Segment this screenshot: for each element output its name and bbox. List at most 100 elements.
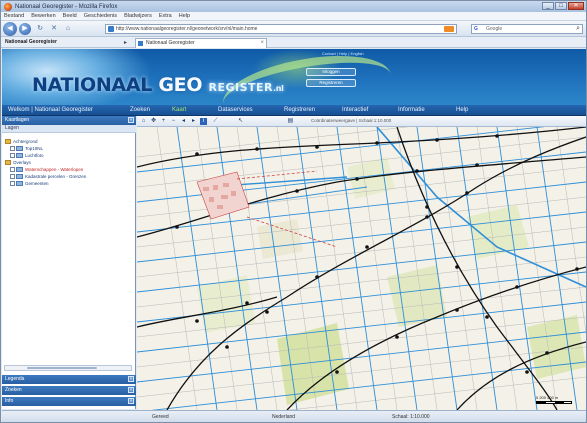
search-icon[interactable]: ⌕ xyxy=(576,25,580,33)
tree-layer-municipalities[interactable]: Gemeenten xyxy=(5,180,133,187)
tab-title: Nationaal Georegister xyxy=(146,40,195,46)
tree-folder-overlays[interactable]: Overlays xyxy=(5,159,133,166)
menu-edit[interactable]: Bewerken xyxy=(31,13,55,19)
horizontal-scrollbar[interactable] xyxy=(4,365,132,371)
window-title: Nationaal Georegister - Mozilla Firefox xyxy=(15,3,118,10)
layer-icon xyxy=(16,181,23,186)
status-left: Gereed xyxy=(152,414,169,420)
tab-bar: Nationaal Georegister ▸ Nationaal Georeg… xyxy=(1,37,586,48)
map-canvas[interactable]: 0 200 400 m xyxy=(137,127,586,410)
tree-item-label: Top10NL xyxy=(25,146,44,151)
info-panel-header[interactable]: Info » xyxy=(2,397,136,406)
map-toolbar: ⌂ ✥ + − ◂ ▸ i ⟋ ↖ ▤ Coördinatenweergave … xyxy=(137,116,586,127)
site-logo[interactable]: NATIONAAL GEO REGISTER.nl xyxy=(32,74,284,96)
status-right: Schaal: 1:10.000 xyxy=(392,414,430,420)
home-icon[interactable]: ⌂ xyxy=(64,25,72,33)
bookmark-item[interactable]: Nationaal Georegister xyxy=(5,39,57,45)
menu-help[interactable]: Help xyxy=(179,13,190,19)
scale-bar-graphic xyxy=(536,401,572,404)
menu-tools[interactable]: Extra xyxy=(159,13,172,19)
search-placeholder: Google xyxy=(486,26,503,32)
scrollbar-thumb[interactable] xyxy=(27,367,97,369)
info-icon[interactable]: i xyxy=(200,118,207,125)
main-navigation: Welkom | Nationaal Georegister Zoeken Ka… xyxy=(2,105,586,116)
site-header-banner: NATIONAAL GEO REGISTER.nl Contact | Help… xyxy=(2,49,586,105)
maximize-button[interactable]: □ xyxy=(555,2,567,10)
tree-folder-background[interactable]: Achtergrond xyxy=(5,138,133,145)
window-controls: _ □ ✕ xyxy=(542,2,584,10)
active-tab[interactable]: Nationaal Georegister × xyxy=(135,38,267,48)
layer-tree: Achtergrond Top10NL Luchtfoto Overlays W… xyxy=(5,138,133,187)
menu-history[interactable]: Geschiedenis xyxy=(84,13,117,19)
info-panel-title: Info xyxy=(5,398,14,404)
tree-layer-waterways[interactable]: Waterschappen - Waterlopen xyxy=(5,166,133,173)
tree-item-label: Luchtfoto xyxy=(25,153,44,158)
layer-checkbox[interactable] xyxy=(10,181,15,186)
nav-item-information[interactable]: Informatie xyxy=(398,107,425,113)
pan-icon[interactable]: ✥ xyxy=(150,118,157,125)
legend-panel-header[interactable]: Legenda » xyxy=(2,375,136,384)
expand-icon[interactable]: » xyxy=(128,398,134,404)
layer-checkbox[interactable] xyxy=(10,167,15,172)
menu-bookmarks[interactable]: Bladwijzers xyxy=(124,13,152,19)
measure-icon[interactable]: ⟋ xyxy=(212,118,219,125)
register-button[interactable]: Registreren xyxy=(306,79,356,87)
header-links[interactable]: Contact | Help | English xyxy=(322,51,364,56)
layer-checkbox[interactable] xyxy=(10,174,15,179)
zoom-in-icon[interactable]: + xyxy=(160,118,167,125)
navigation-toolbar: ◀ ▶ ↻ ✕ ⌂ http://www.nationaalgeoregiste… xyxy=(1,21,586,37)
tree-layer-aerial[interactable]: Luchtfoto xyxy=(5,152,133,159)
print-icon[interactable]: ▤ xyxy=(287,118,294,125)
close-button[interactable]: ✕ xyxy=(568,2,584,10)
previous-extent-icon[interactable]: ◂ xyxy=(180,118,187,125)
nav-item-register[interactable]: Registreren xyxy=(284,107,315,113)
tab-list-arrow-icon[interactable]: ▸ xyxy=(124,39,127,46)
address-url: http://www.nationaalgeoregister.nl/geone… xyxy=(116,26,258,32)
layer-icon xyxy=(16,174,23,179)
site-favicon-icon xyxy=(108,26,114,32)
nav-item-map[interactable]: Kaart xyxy=(172,107,186,113)
address-bar[interactable]: http://www.nationaalgeoregister.nl/geone… xyxy=(105,24,457,34)
nav-item-help[interactable]: Help xyxy=(456,107,468,113)
forward-arrow-icon[interactable]: ▶ xyxy=(19,22,31,35)
menu-view[interactable]: Beeld xyxy=(63,13,77,19)
stop-icon[interactable]: ✕ xyxy=(50,25,58,33)
tree-layer-top10nl[interactable]: Top10NL xyxy=(5,145,133,152)
home-icon[interactable]: ⌂ xyxy=(140,118,147,125)
close-tab-icon[interactable]: × xyxy=(260,39,264,48)
layer-checkbox[interactable] xyxy=(10,153,15,158)
next-extent-icon[interactable]: ▸ xyxy=(190,118,197,125)
nav-item-welcome[interactable]: Welkom | Nationaal Georegister xyxy=(8,107,93,113)
layer-icon xyxy=(16,146,23,151)
expand-icon[interactable]: » xyxy=(128,387,134,393)
google-icon: G xyxy=(474,26,478,32)
status-bar: Gereed Nederland Schaal: 1:10.000 xyxy=(2,410,586,422)
feed-icon[interactable] xyxy=(444,26,454,32)
nav-item-dataservices[interactable]: Dataservices xyxy=(218,107,253,113)
folder-icon xyxy=(5,160,11,165)
login-button[interactable]: Inloggen xyxy=(306,68,356,76)
folder-icon xyxy=(5,139,11,144)
layers-subheader-label: Lagen xyxy=(5,125,19,131)
logo-text-geo: GEO xyxy=(158,74,203,96)
menu-file[interactable]: Bestand xyxy=(4,13,24,19)
back-arrow-icon[interactable]: ◀ xyxy=(3,21,17,36)
coordinate-readout: Coördinatenweergave | Schaal 1:10.000 xyxy=(311,118,392,123)
tree-item-label: Gemeenten xyxy=(25,181,49,186)
layers-panel-header[interactable]: Kaartlagen « xyxy=(2,116,136,125)
topographic-map xyxy=(137,127,586,410)
nav-item-interactive[interactable]: Interactief xyxy=(342,107,368,113)
zoom-out-icon[interactable]: − xyxy=(170,118,177,125)
nav-item-search[interactable]: Zoeken xyxy=(130,107,150,113)
minimize-button[interactable]: _ xyxy=(542,2,554,10)
layer-checkbox[interactable] xyxy=(10,146,15,151)
select-icon[interactable]: ↖ xyxy=(237,118,244,125)
tree-layer-parcels[interactable]: Kadastrale percelen - Grenzen xyxy=(5,173,133,180)
layers-subheader: Lagen xyxy=(2,125,136,133)
collapse-icon[interactable]: « xyxy=(128,117,134,123)
reload-icon[interactable]: ↻ xyxy=(36,25,44,33)
search-panel-header[interactable]: Zoeken » xyxy=(2,386,136,395)
expand-icon[interactable]: » xyxy=(128,376,134,382)
search-input[interactable]: G Google ⌕ xyxy=(471,24,583,34)
logo-text-nationaal: NATIONAAL xyxy=(32,74,153,96)
